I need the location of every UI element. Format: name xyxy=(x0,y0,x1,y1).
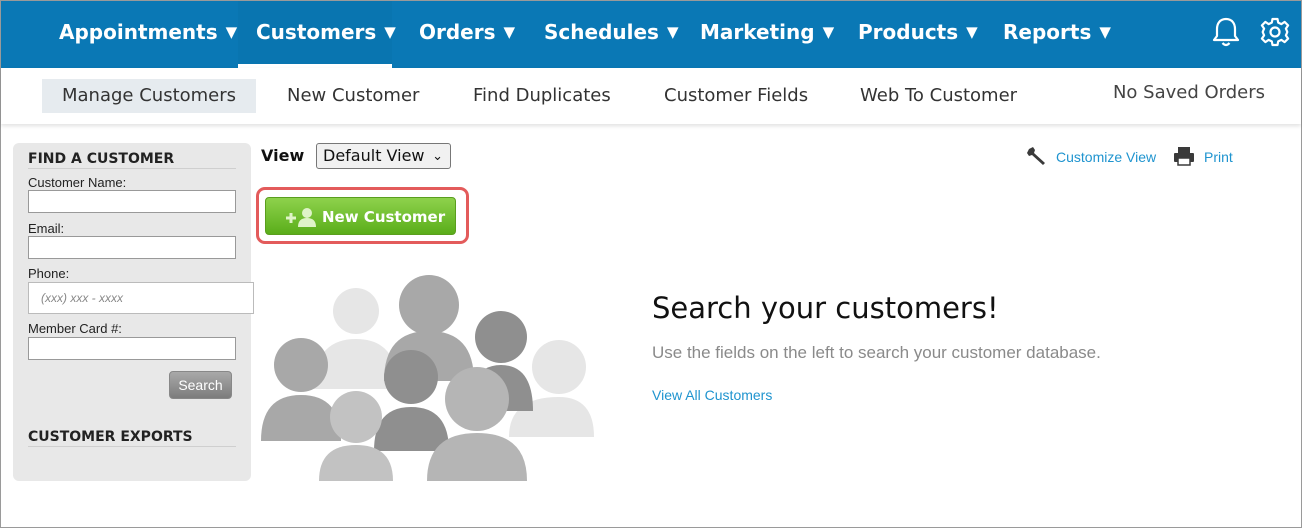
add-person-icon xyxy=(284,207,318,227)
find-customer-panel: FIND A CUSTOMER Customer Name: Email: Ph… xyxy=(13,143,254,481)
nav-item-label: Products xyxy=(858,20,959,44)
view-select[interactable]: Default View ⌄ xyxy=(316,143,451,169)
caret-down-icon: ▼ xyxy=(1099,23,1111,41)
nav-item-label: Schedules xyxy=(544,20,659,44)
nav-item-appointments[interactable]: Appointments ▼ xyxy=(39,1,257,68)
subnav-find-duplicates[interactable]: Find Duplicates xyxy=(453,79,631,113)
caret-down-icon: ▼ xyxy=(384,23,396,41)
customize-view-link[interactable]: Customize View xyxy=(1056,149,1156,165)
find-customer-heading: FIND A CUSTOMER xyxy=(28,151,236,169)
print-link[interactable]: Print xyxy=(1204,149,1233,165)
customer-exports-heading[interactable]: CUSTOMER EXPORTS xyxy=(28,429,236,447)
new-customer-button[interactable]: New Customer xyxy=(265,197,456,235)
wrench-icon[interactable] xyxy=(1026,145,1048,167)
nav-item-orders[interactable]: Orders ▼ xyxy=(400,1,534,68)
caret-down-icon: ▼ xyxy=(822,23,835,41)
view-select-value: Default View xyxy=(323,146,425,165)
nav-item-label: Customers xyxy=(256,20,377,44)
nav-item-schedules[interactable]: Schedules ▼ xyxy=(525,1,698,68)
saved-orders-status[interactable]: No Saved Orders xyxy=(1113,82,1265,103)
phone-label: Phone: xyxy=(28,266,70,281)
chevron-down-icon: ⌄ xyxy=(432,149,443,164)
nav-item-products[interactable]: Products ▼ xyxy=(839,1,997,68)
empty-state-subtitle: Use the fields on the left to search you… xyxy=(652,343,1101,362)
caret-down-icon: ▼ xyxy=(966,23,978,41)
subnav-web-to-customer[interactable]: Web To Customer xyxy=(840,79,1037,113)
customers-illustration xyxy=(259,271,594,481)
gear-icon[interactable] xyxy=(1258,15,1292,49)
subnav-new-customer[interactable]: New Customer xyxy=(267,79,439,113)
new-customer-button-label: New Customer xyxy=(322,208,446,226)
empty-state-title: Search your customers! xyxy=(652,291,999,325)
member-card-label: Member Card #: xyxy=(28,321,122,336)
email-label: Email: xyxy=(28,221,65,236)
nav-item-reports[interactable]: Reports ▼ xyxy=(984,1,1130,68)
caret-down-icon: ▼ xyxy=(666,23,679,41)
nav-item-label: Appointments xyxy=(59,20,218,44)
view-label: View xyxy=(261,146,305,165)
nav-item-label: Marketing xyxy=(700,20,815,44)
email-input[interactable] xyxy=(28,236,236,259)
nav-item-label: Reports xyxy=(1003,20,1092,44)
member-card-input[interactable] xyxy=(28,337,236,360)
nav-item-customers[interactable]: Customers ▼ xyxy=(238,1,396,68)
printer-icon[interactable] xyxy=(1173,145,1195,167)
customer-name-input[interactable] xyxy=(28,190,236,213)
top-navigation-bar: Appointments ▼ Customers ▼ Orders ▼ Schedul… xyxy=(1,1,1301,68)
customer-name-label: Customer Name: xyxy=(28,175,127,190)
sub-navigation-bar: Manage Customers New Customer Find Dupli… xyxy=(1,68,1301,124)
caret-down-icon: ▼ xyxy=(503,23,516,41)
phone-input[interactable] xyxy=(28,282,254,314)
subnav-customer-fields[interactable]: Customer Fields xyxy=(644,79,828,113)
nav-item-label: Orders xyxy=(419,20,496,44)
nav-item-marketing[interactable]: Marketing ▼ xyxy=(681,1,853,68)
search-button[interactable]: Search xyxy=(169,371,232,399)
bell-icon[interactable] xyxy=(1209,15,1243,49)
caret-down-icon: ▼ xyxy=(225,23,238,41)
subnav-manage-customers[interactable]: Manage Customers xyxy=(42,79,257,113)
view-all-customers-link[interactable]: View All Customers xyxy=(652,387,772,403)
